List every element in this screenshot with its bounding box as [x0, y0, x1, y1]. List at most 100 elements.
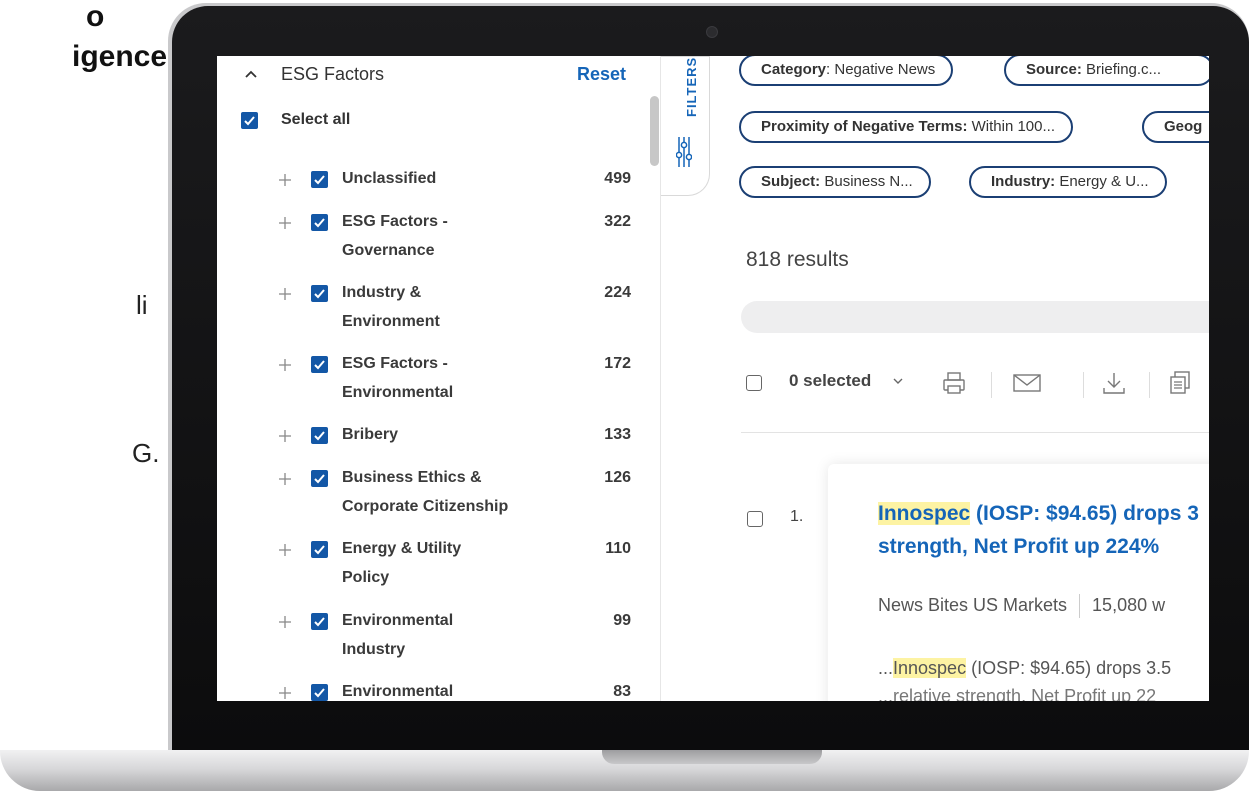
facet-count: 133 [604, 426, 631, 443]
slide-text-fragment-2: G. [132, 438, 160, 468]
facet-count: 499 [604, 170, 631, 187]
filters-toggle-tab[interactable]: FILTERS [661, 56, 710, 196]
expand-plus-icon[interactable] [277, 172, 293, 188]
result-snippet-line-2: ...relative strength, Net Profit up 22 [878, 686, 1157, 701]
chip-value: Briefing.c... [1081, 61, 1162, 78]
facet-checkbox[interactable] [311, 356, 328, 373]
toolbar-divider [1149, 372, 1150, 398]
result-word-count: 15,080 w [1092, 594, 1166, 615]
expand-plus-icon[interactable] [277, 428, 293, 444]
facet-title: ESG Factors [281, 64, 385, 84]
toolbar-divider [991, 372, 992, 398]
chip-value: Energy & U... [1055, 173, 1149, 190]
facet-header: ESG Factors Reset [217, 56, 657, 96]
chip-key: Industry: [991, 173, 1056, 190]
facet-checkbox[interactable] [311, 427, 328, 444]
expand-plus-icon[interactable] [277, 614, 293, 630]
facet-count: 99 [613, 612, 631, 629]
reset-link[interactable]: Reset [577, 64, 626, 85]
toolbar-rule [741, 432, 1209, 433]
chip-key: Proximity of Negative Terms: [761, 118, 968, 135]
filter-chip-category[interactable]: Category: Negative News [739, 56, 954, 86]
snippet-highlight: Innospec [893, 658, 967, 678]
facet-count: 224 [604, 284, 631, 301]
result-checkbox[interactable] [747, 511, 763, 527]
facet-checkbox[interactable] [311, 613, 328, 630]
title-line-2: strength, Net Profit up 224% [878, 535, 1160, 558]
title-rest: (IOSP: $94.65) drops 3 [970, 502, 1199, 525]
result-snippet: ...Innospec (IOSP: $94.65) drops 3.5 [878, 656, 1171, 680]
slide-title-line-2: igence [72, 40, 168, 73]
chip-key: Source: [1026, 61, 1082, 78]
facet-checkbox[interactable] [311, 470, 328, 487]
facet-label: Energy & Utility Policy [342, 540, 462, 586]
results-toolbar: 0 selected [741, 368, 1209, 398]
filter-chip-geography[interactable]: Geog [1142, 111, 1209, 143]
facet-checkbox[interactable] [311, 684, 328, 701]
facet-count: 83 [613, 683, 631, 700]
search-within-results-bar[interactable] [741, 301, 1209, 333]
chip-key: Subject: [761, 173, 821, 190]
facet-label: ESG Factors - Governance [342, 213, 448, 259]
print-icon[interactable] [941, 370, 967, 396]
expand-plus-icon[interactable] [277, 357, 293, 373]
facet-label: Business Ethics & Corporate Citizenship [342, 469, 509, 515]
facet-checkbox[interactable] [311, 171, 328, 188]
chip-key: Geog [1164, 118, 1203, 135]
result-source: News Bites US Markets [878, 594, 1068, 615]
download-icon[interactable] [1101, 370, 1127, 396]
expand-plus-icon[interactable] [277, 471, 293, 487]
panel-scrollbar[interactable] [650, 96, 659, 166]
meta-divider [1079, 594, 1081, 618]
expand-plus-icon[interactable] [277, 215, 293, 231]
result-number: 1. [790, 508, 804, 525]
facet-label: Bribery [342, 426, 399, 443]
chip-value: : Negative News [826, 61, 936, 78]
title-highlight: Innospec [878, 502, 971, 525]
filter-chip-industry[interactable]: Industry: Energy & U... [969, 166, 1167, 198]
chip-key: Category [761, 61, 827, 78]
filter-panel: ESG Factors Reset Select all Unclassifie… [217, 56, 659, 701]
facet-count: 126 [604, 469, 631, 486]
copy-to-folder-icon[interactable] [1169, 370, 1193, 396]
sliders-icon [676, 137, 692, 167]
select-all-checkbox[interactable]: Select all [241, 111, 350, 130]
facet-label: Unclassified [342, 170, 437, 187]
expand-plus-icon[interactable] [277, 542, 293, 558]
expand-plus-icon[interactable] [277, 286, 293, 302]
facet-checkbox[interactable] [311, 541, 328, 558]
facet-label: Environmental [342, 683, 454, 700]
chevron-down-icon[interactable] [893, 377, 903, 385]
filters-tab-label: FILTERS [684, 56, 699, 117]
screen: ESG Factors Reset Select all Unclassifie… [217, 56, 1209, 701]
selected-count[interactable]: 0 selected [789, 371, 871, 391]
facet-checkbox[interactable] [311, 214, 328, 231]
filter-chip-proximity[interactable]: Proximity of Negative Terms: Within 100.… [739, 111, 1073, 143]
select-all-results-checkbox[interactable] [746, 375, 762, 391]
filter-chip-subject[interactable]: Subject: Business N... [739, 166, 931, 198]
facet-count: 322 [604, 213, 631, 230]
chevron-up-icon[interactable] [243, 66, 259, 82]
facet-label: ESG Factors - Environmental [342, 355, 454, 401]
snippet-rest: (IOSP: $94.65) drops 3.5 [966, 658, 1172, 678]
results-count: 818 results [746, 248, 849, 271]
facet-count: 172 [604, 355, 631, 372]
checkbox-checked-icon [241, 112, 258, 129]
select-all-label: Select all [281, 111, 351, 128]
chip-value: Business N... [820, 173, 913, 190]
email-icon[interactable] [1013, 373, 1041, 393]
expand-plus-icon[interactable] [277, 685, 293, 701]
chip-value: Within 100... [967, 118, 1055, 135]
laptop-notch [602, 750, 822, 764]
result-meta: News Bites US Markets 15,080 w [878, 594, 1165, 618]
snippet-prefix: ... [878, 658, 894, 678]
webcam-icon [706, 26, 718, 38]
facet-label: Industry & Environment [342, 284, 440, 330]
filter-chip-source[interactable]: Source: Briefing.c... [1004, 56, 1209, 86]
facet-checkbox[interactable] [311, 285, 328, 302]
slide-text-fragment-1: li [136, 290, 148, 320]
facet-count: 110 [605, 540, 631, 557]
facet-label: Environmental Industry [342, 612, 454, 658]
toolbar-divider [1083, 372, 1084, 398]
result-title-link[interactable]: Innospec (IOSP: $94.65) drops 3 strength… [878, 497, 1209, 563]
